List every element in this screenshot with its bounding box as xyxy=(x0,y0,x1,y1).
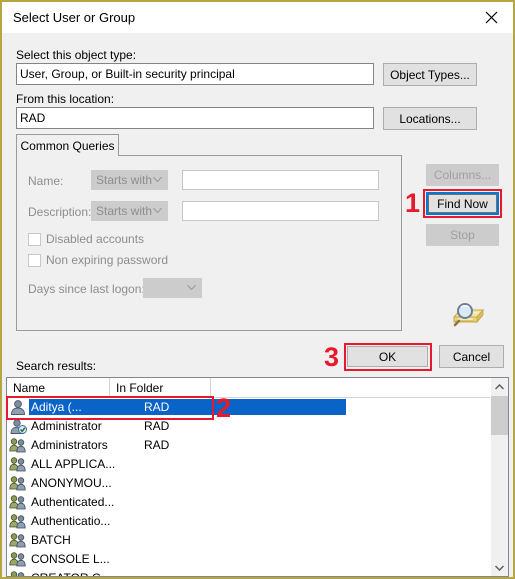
table-row[interactable]: Authenticated... xyxy=(7,492,493,511)
listview-scrollbar[interactable] xyxy=(490,378,508,576)
object-types-button[interactable]: Object Types... xyxy=(383,63,477,86)
query-description-condition-value: Starts with xyxy=(96,204,153,218)
row-name-text: CREATOR G... xyxy=(29,570,113,577)
table-row[interactable]: Administrators RAD xyxy=(7,435,493,454)
row-name-text: ANONYMOU... xyxy=(31,475,112,490)
table-row[interactable]: ALL APPLICA... xyxy=(7,454,493,473)
chevron-down-icon[interactable] xyxy=(491,559,508,576)
group-icon xyxy=(9,551,27,567)
column-header-in-folder[interactable]: In Folder xyxy=(110,378,211,397)
find-now-button[interactable]: Find Now xyxy=(428,194,497,213)
columns-button[interactable]: Columns... xyxy=(426,164,499,186)
row-name-cell: Authenticatio... xyxy=(7,511,112,530)
table-row[interactable]: BATCH xyxy=(7,530,493,549)
scrollbar-thumb[interactable] xyxy=(491,396,508,435)
group-icon xyxy=(9,532,27,548)
row-name-text: Administrators xyxy=(31,437,108,452)
non-expiring-password-label: Non expiring password xyxy=(46,253,169,267)
ok-button[interactable]: OK xyxy=(347,346,428,367)
column-header-name[interactable]: Name xyxy=(7,378,110,397)
annotation-number-1: 1 xyxy=(405,188,420,218)
row-folder-text: RAD xyxy=(144,437,170,452)
row-name-text: Authenticated... xyxy=(31,494,115,509)
row-name-cell: BATCH xyxy=(7,530,73,549)
group-icon xyxy=(9,475,27,491)
table-row[interactable]: Administrator RAD xyxy=(7,416,493,435)
group-icon xyxy=(9,494,27,510)
title-bar: Select User or Group xyxy=(2,2,513,34)
row-name-cell: Administrator xyxy=(7,416,104,435)
admin-user-icon xyxy=(9,418,27,434)
row-name-cell: ANONYMOU... xyxy=(7,473,114,492)
query-name-input[interactable] xyxy=(182,170,379,190)
row-name-text: Administrator xyxy=(31,418,102,433)
close-icon[interactable] xyxy=(469,2,513,32)
stop-button[interactable]: Stop xyxy=(426,224,499,246)
locations-button[interactable]: Locations... xyxy=(383,107,477,130)
table-row[interactable]: CONSOLE L... xyxy=(7,549,493,568)
location-label: From this location: xyxy=(16,92,115,106)
chevron-down-icon xyxy=(187,284,196,291)
annotation-number-3: 3 xyxy=(324,342,339,372)
group-icon xyxy=(9,513,27,529)
row-name-cell: Administrators xyxy=(7,435,110,454)
table-row[interactable]: CREATOR G... xyxy=(7,568,493,577)
query-description-label: Description: xyxy=(28,205,92,219)
dialog-body: Select this object type: User, Group, or… xyxy=(2,33,513,577)
query-description-input[interactable] xyxy=(182,201,379,221)
listview-header: Name In Folder xyxy=(7,378,508,398)
group-icon xyxy=(9,437,27,453)
query-name-condition-value: Starts with xyxy=(96,173,153,187)
chevron-up-icon[interactable] xyxy=(491,378,508,395)
chevron-down-icon xyxy=(153,176,162,183)
row-name-cell: CREATOR G... xyxy=(7,568,113,577)
non-expiring-password-checkbox[interactable] xyxy=(28,254,41,267)
search-results-listview: Name In Folder Aditya (... RAD Administrat… xyxy=(6,377,509,577)
annotation-number-2: 2 xyxy=(216,393,231,423)
row-name-cell: CONSOLE L... xyxy=(7,549,112,568)
row-name-text: Aditya (... xyxy=(29,398,143,415)
group-icon xyxy=(9,456,27,472)
query-name-label: Name: xyxy=(28,174,64,188)
select-user-or-group-dialog: Select User or Group Select this object … xyxy=(0,0,515,579)
table-row[interactable]: Authenticatio... xyxy=(7,511,493,530)
row-folder-text: RAD xyxy=(144,418,170,433)
table-row[interactable]: ANONYMOU... xyxy=(7,473,493,492)
tab-common-queries[interactable]: Common Queries xyxy=(16,134,119,156)
row-folder-text: RAD xyxy=(137,398,347,415)
listview-rows: Aditya (... RAD Administrator RAD Administra… xyxy=(7,397,493,577)
user-icon xyxy=(9,399,27,415)
row-name-cell: ALL APPLICA... xyxy=(7,454,117,473)
chevron-down-icon xyxy=(153,207,162,214)
object-type-label: Select this object type: xyxy=(16,48,137,62)
row-name-cell: Aditya (... xyxy=(7,397,143,416)
row-name-text: ALL APPLICA... xyxy=(31,456,116,471)
days-since-last-logon-label: Days since last logon: xyxy=(28,282,145,296)
location-field[interactable]: RAD xyxy=(16,107,374,129)
cancel-button[interactable]: Cancel xyxy=(439,345,504,368)
days-since-last-logon-select[interactable] xyxy=(143,278,202,298)
group-icon xyxy=(9,570,27,576)
tab-seam xyxy=(17,154,118,157)
table-row[interactable]: Aditya (... RAD xyxy=(7,397,493,416)
row-name-text: Authenticatio... xyxy=(31,513,111,528)
search-results-label: Search results: xyxy=(16,359,97,373)
row-name-text: CONSOLE L... xyxy=(31,551,110,566)
object-type-field[interactable]: User, Group, or Built-in security princi… xyxy=(16,63,374,85)
query-name-condition-select[interactable]: Starts with xyxy=(91,170,168,190)
query-description-condition-select[interactable]: Starts with xyxy=(91,201,168,221)
disabled-accounts-checkbox[interactable] xyxy=(28,233,41,246)
disabled-accounts-label: Disabled accounts xyxy=(46,232,145,246)
magnifier-folder-icon xyxy=(450,297,490,329)
window-title: Select User or Group xyxy=(13,10,136,25)
row-name-cell: Authenticated... xyxy=(7,492,116,511)
row-name-text: BATCH xyxy=(31,532,71,547)
